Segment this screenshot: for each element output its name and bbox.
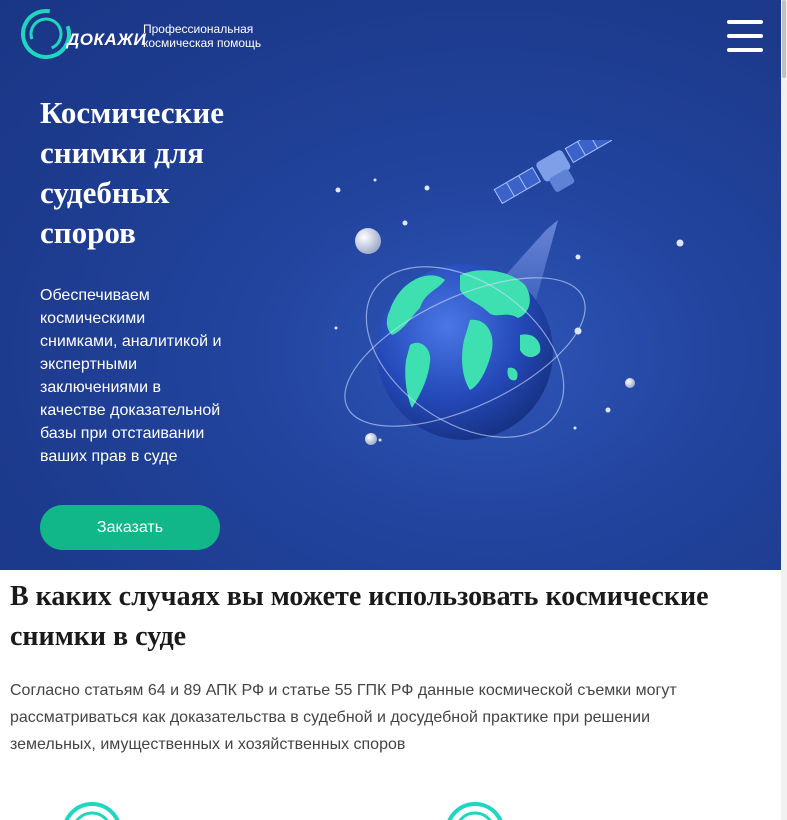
hero-title-line: судебных (40, 175, 170, 210)
scrollbar[interactable] (781, 0, 787, 820)
hero-title-line: Космические (40, 95, 225, 130)
section-text-line: рассматриваться как доказательства в суд… (10, 709, 650, 726)
scrollbar-thumb[interactable] (782, 0, 786, 78)
logo-text: ДОКАЖИ (67, 30, 147, 49)
section-title-line: снимки в суде (10, 621, 187, 652)
section-description: Согласно статьям 64 и 89 АПК РФ и статье… (10, 677, 770, 758)
section-text-line: земельных, имущественных и хозяйственных… (10, 736, 406, 753)
section-title: В каких случаях вы можете использовать к… (10, 577, 780, 657)
satellite-earth-illustration (334, 140, 684, 445)
hero-title-line: споров (40, 215, 136, 250)
hamburger-menu-icon[interactable] (727, 20, 763, 52)
hero-text-line: заключениями в (40, 379, 161, 396)
hero-text-line: снимками, аналитикой и (40, 333, 222, 350)
hero-text-line: качестве доказательной (40, 402, 221, 419)
tagline: Профессиональная космическая помощь (143, 22, 293, 50)
case-icon (447, 802, 503, 820)
hero-text-line: экспертными (40, 356, 138, 373)
tagline-line: Профессиональная (143, 22, 254, 36)
section-title-line: В каких случаях вы можете использовать к… (10, 581, 709, 612)
case-icon (64, 802, 120, 820)
hero-section: ДОКАЖИ Профессиональная космическая помо… (0, 0, 787, 570)
hero-text-line: Обеспечиваем (40, 287, 150, 304)
hero-text-line: космическими (40, 310, 146, 327)
tagline-line: космическая помощь (143, 36, 262, 50)
order-button[interactable]: Заказать (40, 505, 220, 550)
hero-title-line: снимки для (40, 135, 204, 170)
hero-text-line: базы при отстаивании (40, 425, 205, 442)
hero-text-line: ваших прав в суде (40, 448, 178, 465)
hero-description: Обеспечиваем космическими снимками, анал… (40, 284, 255, 468)
section-text-line: Согласно статьям 64 и 89 АПК РФ и статье… (10, 682, 677, 699)
hero-title: Космические снимки для судебных споров (40, 93, 300, 253)
logo[interactable]: ДОКАЖИ (20, 8, 146, 60)
